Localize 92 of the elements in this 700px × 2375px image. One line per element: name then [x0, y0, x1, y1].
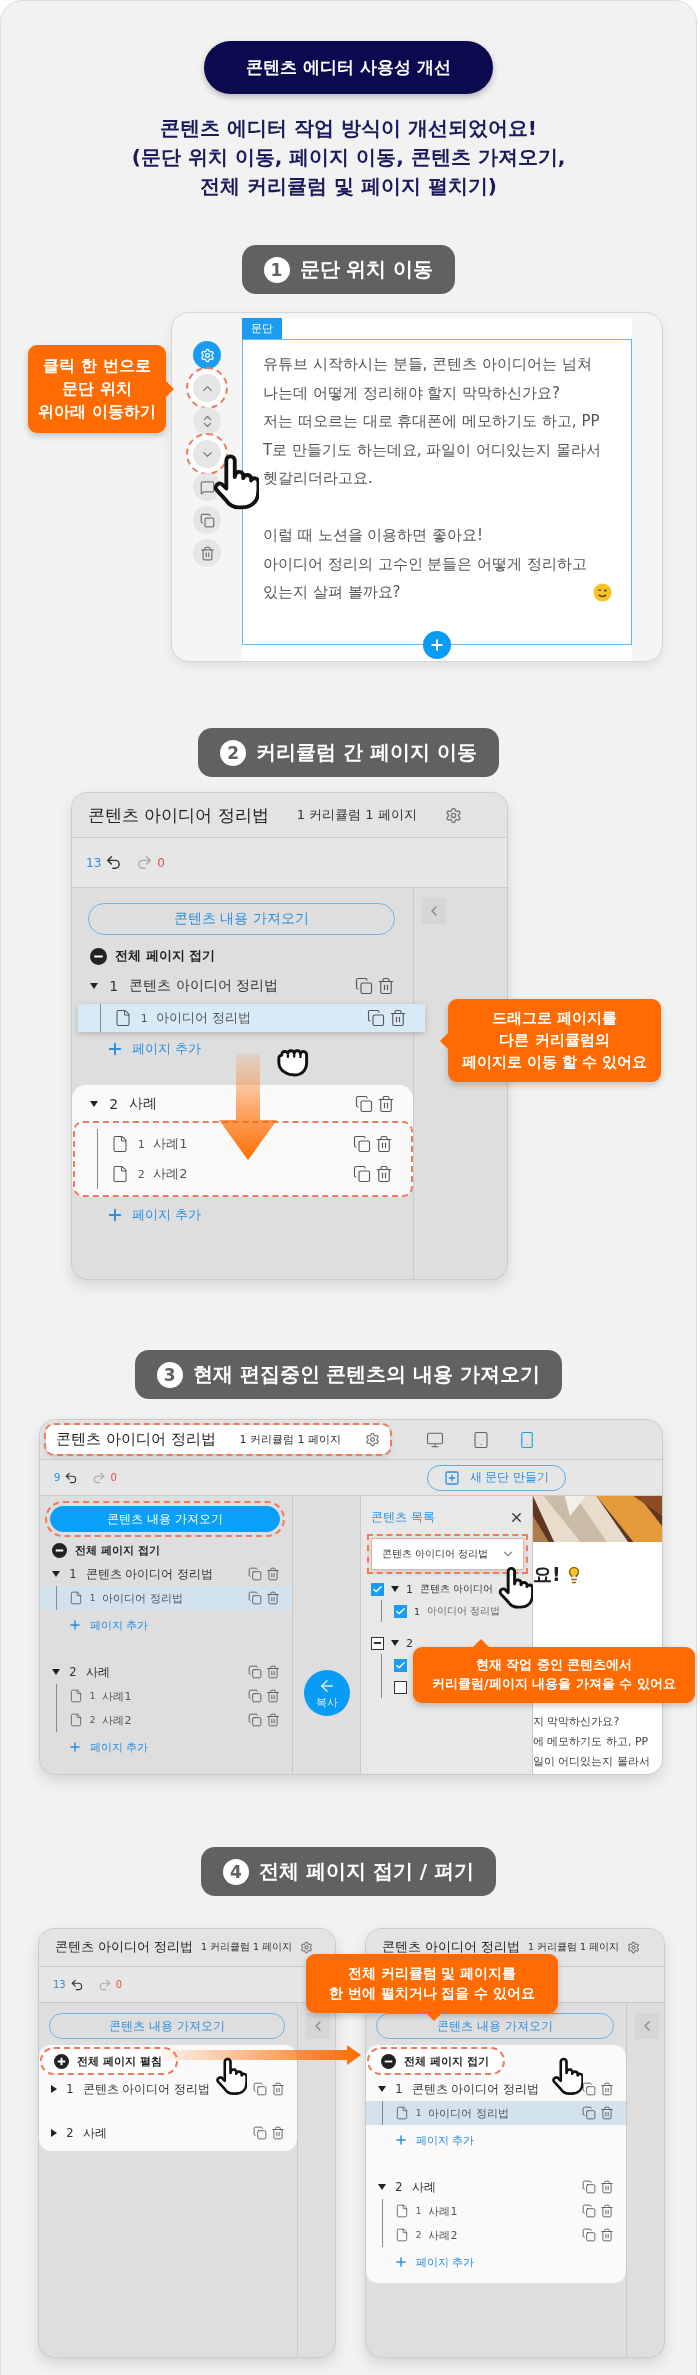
callout-bubble: 전체 커리큘럼 및 페이지를 한 번에 펼치거나 접을 수 있어요 [306, 1954, 558, 2013]
step-number: 2 [220, 739, 247, 766]
curriculum-number: 2 [395, 2180, 403, 2194]
add-page-button[interactable]: 페이지 추가 [68, 1610, 149, 1640]
redo-button[interactable]: 0 [92, 1470, 117, 1485]
page-number: 1 [89, 1593, 96, 1603]
curriculum-title: 사례 [129, 1095, 158, 1113]
page-title: 아이디어 정리법 [428, 2105, 509, 2121]
page-number: 1 [140, 1011, 148, 1025]
curriculum-number: 2 [66, 2126, 74, 2140]
curriculum-title: 콘텐츠 아이디어 정리법 [129, 977, 279, 995]
page-number: 2 [89, 1715, 96, 1725]
curriculum-title: 콘텐츠 아이디어 정리법 [85, 1566, 213, 1582]
copy-to-left-button[interactable]: 복사 [303, 1670, 350, 1716]
page-title: 사례2 [102, 1712, 132, 1728]
section-title: 커리큘럼 간 페이지 이동 [256, 739, 477, 766]
curriculum-title: 콘텐츠 아이디어 정리법 [411, 2081, 539, 2097]
curriculum-page-count: 1 커리큘럼 1 페이지 [527, 1941, 620, 1954]
page-number: 2 [137, 1167, 145, 1181]
dragged-page-row[interactable]: 1 아이디어 정리법 [78, 1004, 425, 1032]
callout-bubble: 클릭 한 번으로 문단 위치 위아래 이동하기 [28, 345, 166, 433]
curriculum-number: 1 [109, 978, 119, 994]
page-title: 아이디어 정리법 [102, 1590, 183, 1606]
intro-text: 콘텐츠 에디터 작업 방식이 개선되었어요! (문단 위치 이동, 페이지 이동, 콘텐츠 가져오기, 전체 커리큘럼 및 페이지 펼치기) [131, 115, 566, 200]
page-title: 사례1 [153, 1135, 188, 1153]
add-page-button[interactable]: 페이지 추가 [68, 1732, 149, 1762]
page-row[interactable]: 1 아이디어 정리법 [40, 1586, 292, 1610]
curriculum-number: 1 [69, 1567, 77, 1581]
toggle-all-pages-button[interactable]: 전체 페이지 접기 [72, 941, 230, 971]
toggle-all-pages-button[interactable]: 전체 페이지 접기 [40, 1538, 174, 1562]
curriculum-page-count: 1 커리큘럼 1 페이지 [296, 806, 417, 824]
callout-bubble: 현재 작업 중인 콘텐츠에서 커리큘럼/페이지 내용을 가져올 수 있어요 [413, 1647, 695, 1703]
curriculum-title: 사례 [85, 1664, 110, 1680]
preview-text: 지 막막하신가요? 에 메모하기도 하고, PP 일이 어디있는지 몰라서 [533, 1714, 651, 1770]
page-title: 아이디어 정리법 [156, 1009, 252, 1027]
page-title: 사례1 [428, 2203, 458, 2219]
content-list-title: 콘텐츠 목록 [371, 1508, 435, 1526]
toggle-all-pages-button[interactable]: 전체 페이지 접기 [369, 2049, 503, 2073]
step-number: 3 [156, 1361, 183, 1388]
page-number: 1 [415, 2108, 422, 2118]
curriculum-number: 2 [406, 1636, 413, 1650]
page-row[interactable]: 1 사례1 [366, 2199, 626, 2223]
page-title: 사례2 [428, 2227, 458, 2243]
undo-button[interactable]: 9 [54, 1470, 79, 1485]
toggle-all-pages-button[interactable]: 전체 페이지 펼침 [42, 2049, 176, 2073]
page-title: 사례2 [153, 1165, 188, 1183]
curriculum-page-count: 1 커리큘럼 1 페이지 [200, 1941, 293, 1954]
document-title: 콘텐츠 아이디어 정리법 [55, 1939, 193, 1956]
curriculum-title: 사례 [411, 2179, 436, 2195]
page-row[interactable]: 1 사례1 [40, 1684, 292, 1708]
page-row[interactable]: 2 사례2 [366, 2223, 626, 2247]
preview-heading: 요! [533, 1562, 561, 1587]
redo-button[interactable]: 0 [97, 1977, 123, 1992]
curriculum-title: 사례 [82, 2125, 107, 2141]
section-title: 현재 편집중인 콘텐츠의 내용 가져오기 [192, 1361, 541, 1388]
paragraph-text: 이럴 때 노션을 이용하면 좋아요! 아이디어 정리의 고수인 분들은 어떻게 정리하고 있는지 살펴 볼까요? [263, 525, 587, 603]
curriculum-number: 1 [406, 1582, 413, 1596]
undo-button[interactable]: 13 [53, 1977, 84, 1992]
curriculum-title: 콘텐츠 아이디어 정리법 [82, 2081, 210, 2097]
curriculum-number: 2 [109, 1096, 119, 1112]
document-title: 콘텐츠 아이디어 정리법 [382, 1939, 520, 1956]
document-title: 콘텐츠 아이디어 정리법 [88, 803, 269, 827]
document-title: 콘텐츠 아이디어 정리법 [56, 1430, 216, 1449]
callout-bubble: 드래그로 페이지를 다른 커리큘럼의 페이지로 이동 할 수 있어요 [448, 999, 661, 1083]
block-tag: 문단 [242, 318, 282, 339]
page-row[interactable]: 2 사례2 [75, 1159, 411, 1189]
add-page-button[interactable]: 페이지 추가 [394, 2247, 475, 2277]
page-title: 사례1 [102, 1688, 132, 1704]
section-title: 문단 위치 이동 [299, 256, 434, 283]
curriculum-number: 1 [66, 2082, 74, 2096]
step-number: 1 [263, 256, 290, 283]
curriculum-number: 1 [395, 2082, 403, 2096]
curriculum-title: 콘텐츠 아이디어 [420, 1582, 494, 1596]
page-title: 아이디어 정리법 [427, 1604, 501, 1618]
curriculum-page-count: 1 커리큘럼 1 페이지 [239, 1432, 342, 1447]
section-title: 전체 페이지 접기 / 펴기 [258, 1858, 475, 1885]
add-page-button[interactable]: 페이지 추가 [106, 1031, 202, 1067]
page-number: 1 [137, 1137, 145, 1151]
curriculum-number: 2 [69, 1665, 77, 1679]
title-badge: 콘텐츠 에디터 사용성 개선 [204, 41, 493, 94]
add-page-button[interactable]: 페이지 추가 [394, 2125, 475, 2155]
page-number: 1 [89, 1691, 96, 1701]
add-page-button[interactable]: 페이지 추가 [106, 1197, 202, 1233]
page-number: 2 [415, 2230, 422, 2240]
redo-button[interactable]: 0 [136, 854, 165, 871]
paragraph-text: 유튜브 시작하시는 분들, 콘텐츠 아이디어는 넘쳐 나는데 어떻게 정리해야 할지 막막하신가요? 저는 떠오르는 대로 휴대폰에 메모하기도 하고, PP T로 만들기도 하는데요, 파일이 어디있는지 몰라서 헷갈리더라고요. [263, 354, 602, 489]
step-number: 4 [222, 1858, 249, 1885]
page-row[interactable]: 1 아이디어 정리법 [366, 2101, 626, 2125]
undo-button[interactable]: 13 [86, 854, 123, 871]
page-row[interactable]: 2 사례2 [40, 1708, 292, 1732]
page-number: 1 [415, 2206, 422, 2216]
page-number: 1 [414, 1605, 421, 1617]
